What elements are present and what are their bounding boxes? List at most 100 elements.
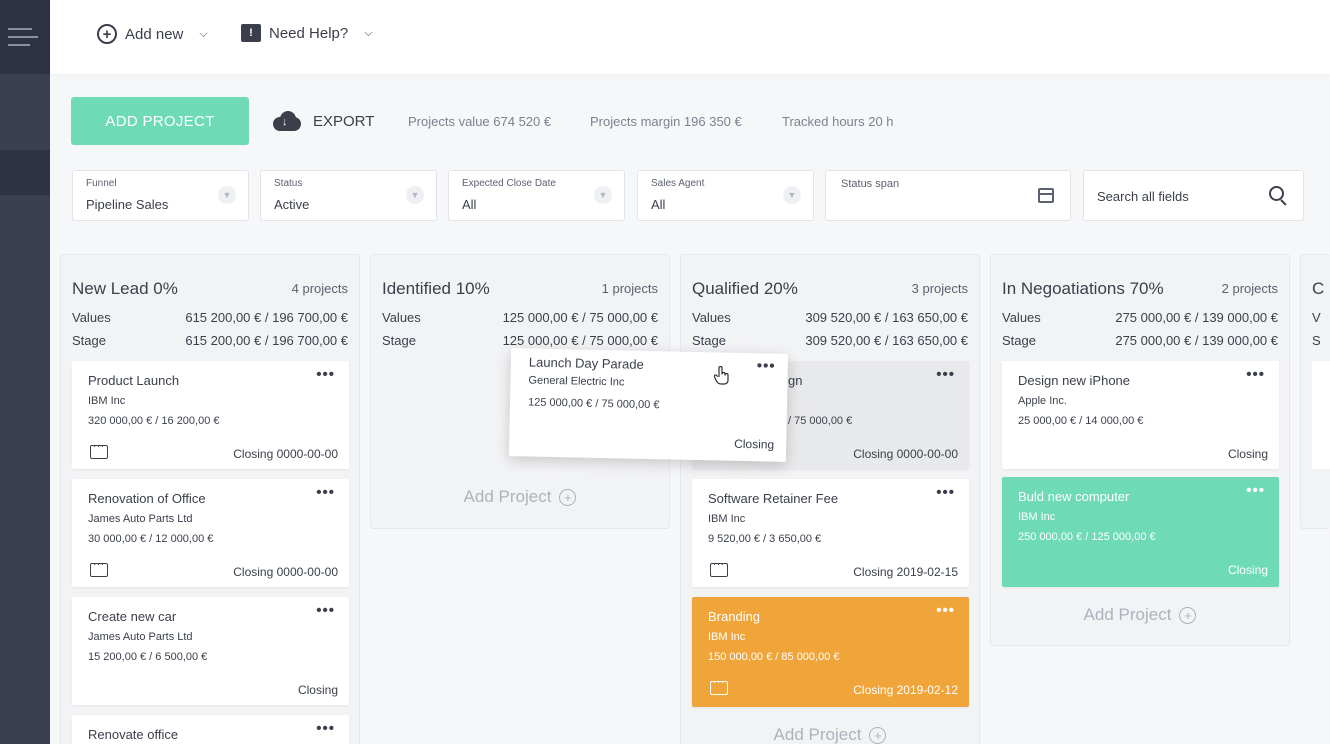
column-partial: C V S — [1300, 254, 1330, 529]
add-new-menu[interactable]: + Add new ⌵ — [97, 24, 208, 44]
calendar-icon — [1038, 188, 1054, 203]
column-title: Identified 10% — [382, 279, 490, 298]
close-date-select[interactable]: Expected Close Date All ▼ — [448, 170, 625, 221]
stage-amount: 125 000,00 € / 75 000,00 € — [502, 333, 658, 348]
funnel-select[interactable]: Funnel Pipeline Sales ▼ — [72, 170, 249, 221]
card-value: 25 000,00 € / 14 000,00 € — [1018, 415, 1144, 427]
more-options-icon[interactable]: ••• — [757, 357, 776, 374]
card-company: IBM Inc — [708, 513, 746, 525]
top-bar: + Add new ⌵ ! Need Help? ⌵ — [50, 0, 1330, 74]
stage-amount: 275 000,00 € / 139 000,00 € — [1115, 333, 1278, 348]
values-amount: 309 520,00 € / 163 650,00 € — [805, 310, 968, 325]
card-company: IBM Inc — [708, 631, 746, 643]
sales-agent-value: All — [651, 197, 666, 212]
dragged-project-card[interactable]: Launch Day Parade ••• General Electric I… — [508, 348, 789, 462]
card-value: 30 000,00 € / 12 000,00 € — [88, 533, 214, 545]
project-card[interactable]: Create new car ••• James Auto Parts Ltd … — [72, 597, 349, 705]
need-help-label: Need Help? — [269, 24, 349, 42]
hamburger-icon — [8, 28, 32, 30]
stage-row: Stage 309 520,00 € / 163 650,00 € — [692, 333, 968, 348]
add-project-link[interactable]: Add Project + — [681, 725, 979, 744]
add-project-link[interactable]: Add Project + — [991, 605, 1289, 625]
project-card[interactable] — [1312, 361, 1330, 469]
project-card[interactable]: Buld new computer ••• IBM Inc 250 000,00… — [1002, 477, 1279, 587]
more-options-icon[interactable]: ••• — [936, 366, 955, 383]
chevron-down-icon: ⌵ — [364, 26, 373, 39]
chevron-down-icon: ▼ — [218, 186, 236, 204]
export-button[interactable]: ↓ EXPORT — [273, 111, 374, 131]
more-options-icon[interactable]: ••• — [1246, 482, 1265, 499]
comment-icon[interactable] — [710, 677, 728, 695]
values-amount: 275 000,00 € / 139 000,00 € — [1115, 310, 1278, 325]
plus-circle-icon: + — [869, 726, 887, 744]
chevron-down-icon: ▼ — [783, 186, 801, 204]
card-value: 15 200,00 € / 6 500,00 € — [88, 651, 208, 663]
column-count: 4 projects — [291, 281, 348, 296]
card-closing: Closing 0000-00-00 — [233, 447, 338, 461]
stage-label: Stage — [72, 333, 106, 348]
close-date-value: All — [462, 197, 477, 212]
more-options-icon[interactable]: ••• — [316, 602, 335, 619]
add-project-link[interactable]: Add Project + — [371, 487, 669, 507]
card-company: IBM Inc — [1018, 511, 1056, 523]
project-card[interactable]: Branding ••• IBM Inc 150 000,00 € / 85 0… — [692, 597, 969, 707]
comment-icon[interactable] — [90, 441, 108, 459]
status-span-label: Status span — [841, 178, 900, 190]
hand-cursor-icon — [713, 365, 730, 386]
more-options-icon[interactable]: ••• — [936, 484, 955, 501]
plus-circle-icon: + — [97, 24, 117, 44]
card-title: Launch Day Parade — [528, 354, 644, 372]
comment-icon[interactable] — [710, 559, 728, 577]
search-icon[interactable] — [1269, 186, 1289, 206]
add-project-label: Add Project — [463, 487, 552, 506]
project-card[interactable]: Renovation of Office ••• James Auto Part… — [72, 479, 349, 587]
card-closing: Closing — [297, 683, 338, 697]
sales-agent-select[interactable]: Sales Agent All ▼ — [637, 170, 814, 221]
chevron-down-icon: ⌵ — [199, 27, 208, 40]
project-card[interactable]: Software Retainer Fee ••• IBM Inc 9 520,… — [692, 479, 969, 587]
card-value: 250 000,00 € / 125 000,00 € — [1018, 531, 1156, 543]
sidebar-item-active[interactable] — [0, 150, 50, 195]
card-value: 9 520,00 € / 3 650,00 € — [708, 533, 822, 545]
more-options-icon[interactable]: ••• — [316, 366, 335, 383]
column-count: 1 projects — [601, 281, 658, 296]
card-closing: Closing 0000-00-00 — [233, 565, 338, 579]
stage-label: Stage — [382, 333, 416, 348]
project-card[interactable]: Design new iPhone ••• Apple Inc. 25 000,… — [1002, 361, 1279, 469]
card-company: James Auto Parts Ltd — [88, 513, 193, 525]
more-options-icon[interactable]: ••• — [316, 484, 335, 501]
values-row: Values 615 200,00 € / 196 700,00 € — [72, 310, 348, 325]
more-options-icon[interactable]: ••• — [936, 602, 955, 619]
project-card[interactable]: Product Launch ••• IBM Inc 320 000,00 € … — [72, 361, 349, 469]
column-title: In Negoatiations 70% — [1002, 279, 1164, 298]
card-value: 125 000,00 € / 75 000,00 € — [527, 396, 660, 412]
menu-toggle-button[interactable] — [0, 0, 50, 74]
card-closing: Closing 2019-02-15 — [853, 565, 958, 579]
card-title: Buld new computer — [1018, 489, 1130, 504]
column-title: C — [1312, 279, 1325, 298]
values-amount: 125 000,00 € / 75 000,00 € — [502, 310, 658, 325]
more-options-icon[interactable]: ••• — [316, 720, 335, 737]
need-help-menu[interactable]: ! Need Help? ⌵ — [241, 24, 373, 42]
add-project-button[interactable]: ADD PROJECT — [71, 97, 249, 145]
values-label: Values — [382, 310, 421, 325]
search-input[interactable]: Search all fields — [1083, 170, 1304, 221]
status-span-picker[interactable]: Status span — [825, 170, 1071, 221]
sidebar — [0, 0, 50, 744]
card-title: Renovate office — [88, 727, 179, 742]
card-company: James Auto Parts Ltd — [88, 631, 193, 643]
comment-icon[interactable] — [90, 559, 108, 577]
status-select[interactable]: Status Active ▼ — [260, 170, 437, 221]
stage-row: Stage 615 200,00 € / 196 700,00 € — [72, 333, 348, 348]
projects-value: Projects value 674 520 € — [408, 114, 552, 129]
chevron-down-icon: ▼ — [594, 186, 612, 204]
card-closing: Closing — [734, 436, 775, 452]
project-card[interactable]: Renovate office ••• — [72, 715, 349, 744]
values-label: Values — [692, 310, 731, 325]
more-options-icon[interactable]: ••• — [1246, 366, 1265, 383]
card-closing: Closing — [1227, 563, 1268, 577]
stage-amount: 309 520,00 € / 163 650,00 € — [805, 333, 968, 348]
card-title: Design new iPhone — [1018, 373, 1131, 388]
card-title: Renovation of Office — [88, 491, 206, 506]
card-title: gn — [788, 373, 803, 388]
